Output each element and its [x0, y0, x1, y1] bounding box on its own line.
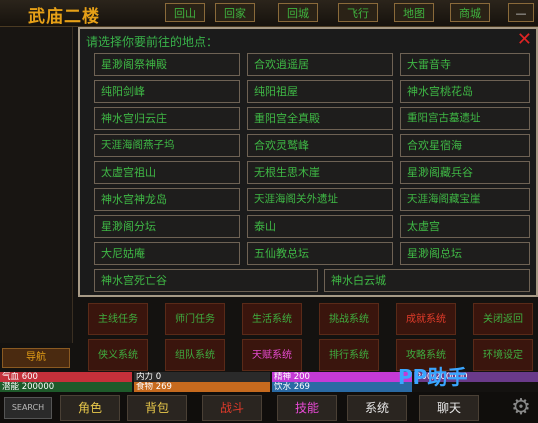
place-option[interactable]: 星渺阁祭神殿 — [94, 53, 240, 76]
place-option[interactable]: 重阳宫古墓遗址 — [400, 107, 530, 130]
place-option[interactable]: 神水宫桃花岛 — [400, 80, 530, 103]
potential-bar: 潜能 200000 — [0, 382, 132, 392]
spirit-bar: 精神 200 — [272, 372, 412, 382]
food-bar: 食物 269 — [134, 382, 270, 392]
place-option[interactable]: 星渺阁藏兵谷 — [400, 161, 530, 184]
place-option[interactable]: 重阳宫全真殿 — [247, 107, 393, 130]
chivalry-system-button[interactable]: 侠义系统 — [88, 339, 148, 371]
place-option[interactable]: 合欢星宿海 — [400, 134, 530, 157]
place-option[interactable]: 天涯海阁燕子坞 — [94, 134, 240, 157]
place-option[interactable]: 泰山 — [247, 215, 393, 238]
place-option[interactable]: 合欢逍遥居 — [247, 53, 393, 76]
place-option[interactable]: 星渺阁分坛 — [94, 215, 240, 238]
environment-settings-button[interactable]: 环境设定 — [473, 339, 533, 371]
place-option[interactable]: 大雷音寺 — [400, 53, 530, 76]
ranking-system-button[interactable]: 排行系统 — [319, 339, 379, 371]
team-system-button[interactable]: 组队系统 — [165, 339, 225, 371]
return-home-button[interactable]: 回家 — [215, 3, 255, 22]
travel-dialog: 请选择你要前往的地点： ✕ 星渺阁祭神殿 合欢逍遥居 大雷音寺 纯阳剑峰 纯阳祖… — [78, 27, 538, 297]
tab-skills[interactable]: 技能 — [277, 395, 337, 421]
drink-bar: 饮水 269 — [272, 382, 412, 392]
pp-watermark: PP助手 — [398, 365, 468, 389]
close-return-button[interactable]: 关闭返回 — [473, 303, 533, 335]
top-bar: 武庙二楼 回山 回家 回城 飞行 地图 商城 — — [0, 0, 538, 27]
location-title: 武庙二楼 — [28, 7, 100, 27]
fly-button[interactable]: 飞行 — [338, 3, 378, 22]
place-option[interactable]: 太虚宫祖山 — [94, 161, 240, 184]
inner-power-bar: 内力 0 — [134, 372, 270, 382]
talent-system-button[interactable]: 天赋系统 — [242, 339, 302, 371]
place-option[interactable]: 神水宫死亡谷 — [94, 269, 318, 292]
left-panel — [0, 27, 73, 343]
close-icon[interactable]: ✕ — [517, 29, 532, 50]
place-option[interactable]: 五仙教总坛 — [247, 242, 393, 265]
hp-bar: 气血 600 — [0, 372, 132, 382]
place-option[interactable]: 太虚宫 — [400, 215, 530, 238]
return-city-button[interactable]: 回城 — [278, 3, 318, 22]
search-logo[interactable]: SEARCH — [4, 397, 52, 419]
place-option[interactable]: 纯阳祖屋 — [247, 80, 393, 103]
place-option[interactable]: 天涯海阁关外遗址 — [247, 188, 393, 211]
place-option[interactable]: 神水白云城 — [324, 269, 530, 292]
minimize-button[interactable]: — — [508, 3, 534, 22]
place-option[interactable]: 纯阳剑峰 — [94, 80, 240, 103]
tab-system[interactable]: 系统 — [347, 395, 407, 421]
return-mountain-button[interactable]: 回山 — [165, 3, 205, 22]
challenge-system-button[interactable]: 挑战系统 — [319, 303, 379, 335]
place-option[interactable]: 星渺阁总坛 — [400, 242, 530, 265]
place-option[interactable]: 神水宫神龙岛 — [94, 188, 240, 211]
place-option[interactable]: 天涯海阁藏宝崖 — [400, 188, 530, 211]
place-option[interactable]: 神水宫归云庄 — [94, 107, 240, 130]
gear-icon[interactable]: ⚙ — [506, 394, 536, 422]
sect-quest-button[interactable]: 师门任务 — [165, 303, 225, 335]
dialog-title: 请选择你要前往的地点： — [86, 35, 219, 49]
tab-chat[interactable]: 聊天 — [419, 395, 479, 421]
place-option[interactable]: 合欢灵鹫峰 — [247, 134, 393, 157]
shop-button[interactable]: 商城 — [450, 3, 490, 22]
place-option[interactable]: 大尼姑庵 — [94, 242, 240, 265]
life-system-button[interactable]: 生活系统 — [242, 303, 302, 335]
achievement-system-button[interactable]: 成就系统 — [396, 303, 456, 335]
place-option[interactable]: 无根生思木崖 — [247, 161, 393, 184]
main-quest-button[interactable]: 主线任务 — [88, 303, 148, 335]
tab-backpack[interactable]: 背包 — [127, 395, 187, 421]
action-grid: 主线任务 师门任务 生活系统 挑战系统 成就系统 关闭返回 侠义系统 组队系统 … — [76, 301, 538, 373]
map-button[interactable]: 地图 — [394, 3, 434, 22]
navigation-button[interactable]: 导航 — [2, 348, 70, 368]
tab-character[interactable]: 角色 — [60, 395, 120, 421]
tab-battle[interactable]: 战斗 — [202, 395, 262, 421]
